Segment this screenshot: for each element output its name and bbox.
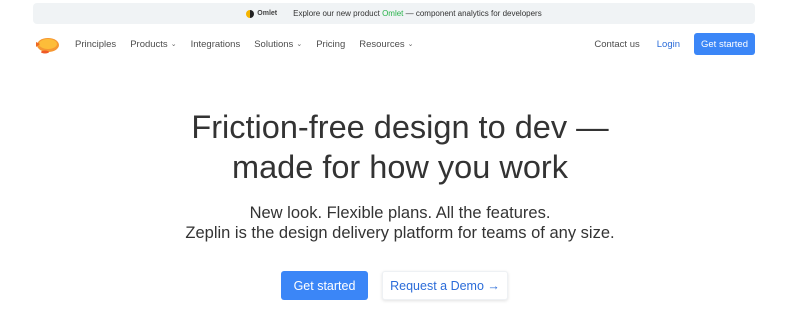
banner-text-before: Explore our new product (293, 9, 383, 18)
nav-principles-label: Principles (75, 38, 117, 50)
login-link[interactable]: Login (657, 39, 680, 50)
top-navigation: Principles Products ⌄ Integrations Soluti… (33, 32, 755, 56)
nav-resources[interactable]: Resources ⌄ (359, 39, 413, 50)
chevron-down-icon: ⌄ (296, 41, 303, 48)
get-started-button[interactable]: Get started (281, 271, 368, 300)
omlet-icon (246, 9, 255, 18)
hero-subtitle-line-2: Zeplin is the design delivery platform f… (185, 224, 615, 242)
banner-text-after: — component analytics for developers (403, 9, 542, 18)
nav-actions: Contact us Login Get started (594, 33, 755, 55)
nav-pricing[interactable]: Pricing (316, 39, 345, 50)
nav-get-started-button[interactable]: Get started (694, 33, 755, 55)
hero-subtitle: New look. Flexible plans. All the featur… (0, 203, 800, 243)
hero-title-line-1: Friction-free design to dev — (191, 109, 609, 145)
omlet-logo: Omlet (246, 9, 278, 18)
chevron-down-icon: ⌄ (170, 41, 177, 48)
hero-subtitle-line-1: New look. Flexible plans. All the featur… (249, 204, 551, 222)
contact-us-link[interactable]: Contact us (594, 39, 639, 50)
request-demo-button[interactable]: Request a Demo → (382, 271, 508, 300)
nav-principles[interactable]: Principles (75, 39, 116, 50)
omlet-logo-text: Omlet (257, 10, 278, 17)
chevron-down-icon: ⌄ (407, 41, 414, 48)
nav-solutions-label: Solutions (254, 38, 294, 50)
nav-solutions[interactable]: Solutions ⌄ (254, 39, 302, 50)
nav-resources-label: Resources (359, 38, 405, 50)
banner-product-link[interactable]: Omlet (382, 9, 403, 18)
zeplin-logo-icon[interactable] (33, 33, 61, 55)
nav-integrations-label: Integrations (190, 38, 241, 50)
nav-pricing-label: Pricing (316, 38, 346, 50)
announcement-banner[interactable]: Omlet Explore our new product Omlet — co… (33, 3, 755, 24)
nav-products-label: Products (130, 38, 168, 50)
banner-text[interactable]: Explore our new product Omlet — componen… (293, 9, 542, 18)
nav-products[interactable]: Products ⌄ (130, 39, 176, 50)
hero-title-line-2: made for how you work (232, 149, 568, 185)
hero-title: Friction-free design to dev — made for h… (0, 107, 800, 187)
nav-integrations[interactable]: Integrations (191, 39, 241, 50)
